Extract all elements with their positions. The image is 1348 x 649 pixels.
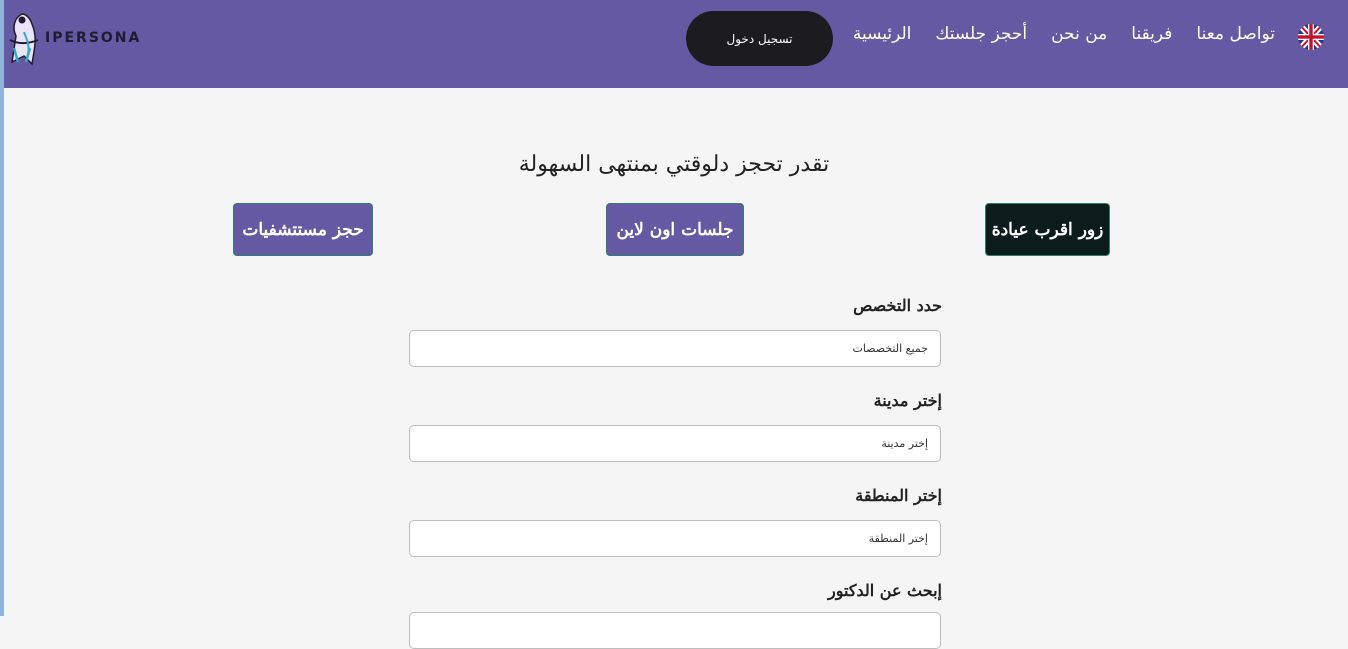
uk-flag-icon[interactable]	[1297, 22, 1325, 52]
top-navbar: IPERSONA تسجيل دخول الرئيسية أحجز جلستك …	[4, 0, 1348, 88]
nav-home[interactable]: الرئيسية	[853, 24, 912, 44]
specialty-select[interactable]	[409, 330, 941, 367]
login-button[interactable]: تسجيل دخول	[686, 11, 833, 66]
nav-team[interactable]: فريقنا	[1131, 24, 1172, 44]
window-edge	[0, 0, 4, 616]
online-sessions-button[interactable]: جلسات اون لاين	[606, 203, 744, 256]
brand-logo[interactable]: IPERSONA	[8, 10, 141, 66]
city-label: إختر مدينة	[873, 391, 942, 410]
page-title: تقدر تحجز دلوقتي بمنتهى السهولة	[518, 152, 830, 177]
visit-clinic-button[interactable]: زور اقرب عيادة	[985, 203, 1110, 256]
area-select[interactable]	[409, 520, 941, 557]
nav-contact[interactable]: تواصل معنا	[1196, 24, 1275, 44]
area-label: إختر المنطقة	[855, 486, 942, 505]
doctor-search-input[interactable]	[409, 612, 941, 649]
doctor-search-label: إبحث عن الدكتور	[828, 581, 942, 600]
nav-about[interactable]: من نحن	[1051, 24, 1107, 44]
nav-book-session[interactable]: أحجز جلستك	[935, 24, 1027, 44]
hospital-booking-button[interactable]: حجز مستتشفيات	[233, 203, 373, 256]
main-nav: الرئيسية أحجز جلستك من نحن فريقنا تواصل …	[853, 24, 1275, 44]
specialty-label: حدد التخصص	[853, 296, 942, 315]
brand-name: IPERSONA	[45, 30, 142, 46]
city-select[interactable]	[409, 425, 941, 462]
persona-logo-icon	[9, 13, 39, 66]
